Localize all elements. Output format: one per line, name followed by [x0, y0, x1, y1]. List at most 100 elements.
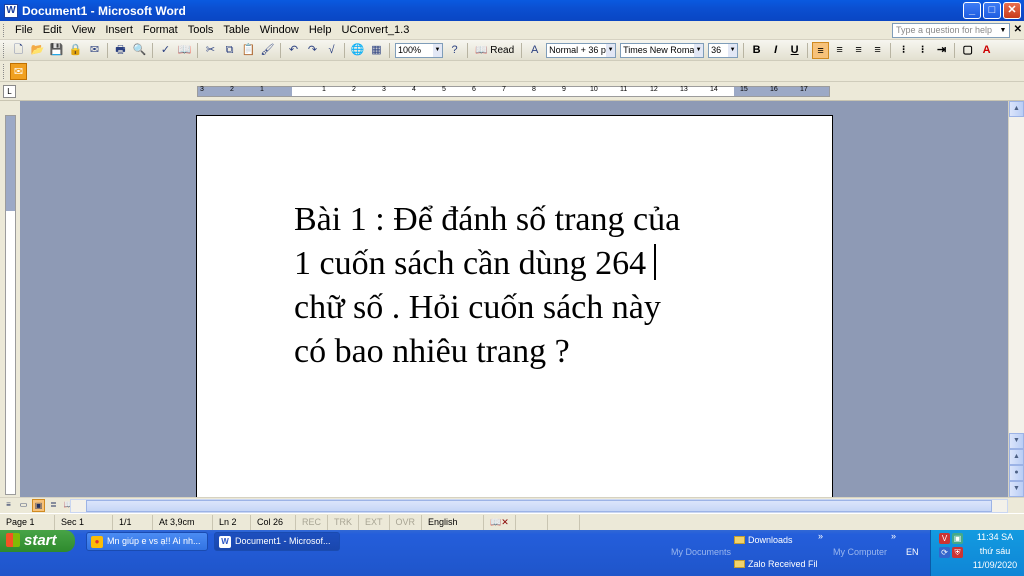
chevron-down-icon[interactable]: ▼ — [998, 24, 1008, 37]
chevron-right-icon[interactable]: » — [818, 531, 823, 541]
style-select[interactable]: Normal + 36 pt ▼ — [546, 42, 617, 58]
table-icon[interactable]: ▦ — [368, 42, 385, 59]
outline-view-icon[interactable]: ≣ — [47, 499, 60, 512]
help-icon[interactable]: ? — [446, 42, 463, 59]
spelling-status-icon[interactable]: 📖✕ — [484, 514, 517, 530]
menu-help[interactable]: Help — [304, 22, 337, 39]
styles-icon[interactable]: A — [526, 42, 543, 59]
menu-tools[interactable]: Tools — [183, 22, 219, 39]
web-view-icon[interactable]: ▭ — [17, 499, 30, 512]
horizontal-ruler[interactable]: 3 2 1 1 2 3 4 5 6 7 8 9 10 11 12 13 14 1… — [197, 86, 830, 97]
menu-format[interactable]: Format — [138, 22, 183, 39]
hyperlink-icon[interactable]: 🌐 — [349, 42, 366, 59]
status-language[interactable]: English (U.S — [422, 514, 485, 542]
close-button[interactable]: ✕ — [1003, 2, 1021, 19]
font-select[interactable]: Times New Roman ▼ — [620, 42, 705, 58]
previous-page-icon[interactable]: ▲ — [1009, 449, 1024, 465]
align-center-icon[interactable]: ≡ — [831, 42, 848, 59]
security-shield-icon[interactable]: ⛨ — [952, 547, 963, 558]
select-browse-object-icon[interactable]: ● — [1009, 465, 1024, 481]
menu-edit[interactable]: Edit — [38, 22, 67, 39]
taskbar-item-chrome[interactable]: ● Mn giúp e vs ạ!! Ai nh... — [86, 532, 208, 551]
print-layout-icon[interactable]: ▣ — [32, 499, 45, 512]
language-indicator[interactable]: EN — [906, 547, 919, 557]
open-folder-icon[interactable]: 📂 — [29, 42, 46, 59]
menu-uconvert[interactable]: UConvert_1.3 — [336, 22, 414, 39]
font-size-select[interactable]: 36 ▼ — [708, 42, 739, 58]
copy-icon[interactable]: ⧉ — [221, 42, 238, 59]
menu-file[interactable]: File — [10, 22, 38, 39]
status-trk[interactable]: TRK — [328, 514, 360, 530]
scroll-down-icon[interactable]: ▼ — [1009, 433, 1024, 449]
normal-view-icon[interactable]: ≡ — [2, 499, 15, 512]
document-body[interactable]: Bài 1 : Để đánh số trang của 1 cuốn sách… — [294, 198, 754, 374]
print-preview-icon[interactable]: 🔍 — [131, 42, 148, 59]
maximize-button[interactable]: □ — [983, 2, 1001, 19]
help-search-input[interactable]: Type a question for help ▼ — [892, 23, 1010, 38]
status-ovr[interactable]: OVR — [390, 514, 423, 530]
print-icon[interactable]: 🖶 — [112, 42, 129, 59]
border-icon[interactable]: ▢ — [959, 42, 976, 59]
document-page[interactable]: Bài 1 : Để đánh số trang của 1 cuốn sách… — [196, 115, 833, 497]
read-button[interactable]: 📖 Read — [471, 45, 518, 56]
network-icon[interactable]: ▣ — [952, 533, 963, 544]
menu-insert[interactable]: Insert — [100, 22, 138, 39]
chevron-right-icon[interactable]: » — [891, 531, 896, 541]
underline-button[interactable]: U — [786, 42, 803, 59]
format-painter-icon[interactable]: 🖌 — [259, 42, 276, 59]
status-ext[interactable]: EXT — [359, 514, 390, 530]
cut-icon[interactable]: ✂ — [202, 42, 219, 59]
font-color-icon[interactable]: A — [978, 42, 995, 59]
menu-window[interactable]: Window — [255, 22, 304, 39]
scroll-track[interactable] — [1009, 117, 1024, 443]
document-close-icon[interactable]: ✕ — [1014, 24, 1022, 35]
chevron-down-icon[interactable]: ▼ — [728, 43, 738, 57]
justify-icon[interactable]: ≡ — [869, 42, 886, 59]
save-icon[interactable]: 💾 — [48, 42, 65, 59]
italic-button[interactable]: I — [767, 42, 784, 59]
antivirus-icon[interactable]: V — [939, 533, 950, 544]
horizontal-scrollbar[interactable] — [70, 499, 1008, 513]
numbering-icon[interactable]: ⁝ — [895, 42, 912, 59]
align-right-icon[interactable]: ≡ — [850, 42, 867, 59]
bold-button[interactable]: B — [748, 42, 765, 59]
indent-icon[interactable]: ⇥ — [933, 42, 950, 59]
my-computer-label[interactable]: My Computer — [833, 547, 887, 557]
align-left-icon[interactable]: ≡ — [812, 41, 830, 59]
menu-grip[interactable] — [3, 23, 6, 37]
clock-time[interactable]: 11:34 SA — [971, 532, 1019, 542]
next-page-icon[interactable]: ▼ — [1009, 481, 1024, 497]
permission-icon[interactable]: 🔒 — [67, 42, 84, 59]
paste-icon[interactable]: 📋 — [240, 42, 257, 59]
tab-selector-icon[interactable]: L — [3, 85, 16, 98]
addin-icon[interactable]: ✉ — [10, 62, 27, 80]
taskbar-item-word[interactable]: W Document1 - Microsof... — [214, 532, 340, 551]
email-icon[interactable]: ✉ — [86, 42, 103, 59]
zoom-select[interactable]: 100% ▼ — [395, 42, 443, 58]
bullets-icon[interactable]: ⁝ — [914, 42, 931, 59]
spelling-icon[interactable]: ✓ — [157, 42, 174, 59]
undo-icon[interactable]: ↶ — [285, 42, 302, 59]
chevron-down-icon[interactable]: ▼ — [606, 43, 616, 57]
toolbar-grip[interactable] — [3, 63, 6, 79]
equation-icon[interactable]: √ — [323, 42, 340, 59]
toolbar-grip[interactable] — [3, 42, 6, 58]
zalo-folder[interactable]: Zalo Received Fil — [734, 559, 818, 569]
menu-view[interactable]: View — [67, 22, 101, 39]
status-rec[interactable]: REC — [296, 514, 329, 530]
research-icon[interactable]: 📖 — [176, 42, 193, 59]
horizontal-scroll-thumb[interactable] — [86, 500, 992, 512]
menu-table[interactable]: Table — [218, 22, 254, 39]
chevron-down-icon[interactable]: ▼ — [433, 43, 442, 57]
minimize-button[interactable]: _ — [963, 2, 981, 19]
word-app-icon[interactable]: W — [4, 3, 18, 18]
new-document-icon[interactable]: 🗋 — [10, 42, 27, 59]
connection-icon[interactable]: ⟳ — [939, 547, 950, 558]
downloads-folder[interactable]: Downloads — [734, 535, 793, 545]
redo-icon[interactable]: ↷ — [304, 42, 321, 59]
my-documents-label[interactable]: My Documents — [671, 547, 731, 557]
vertical-ruler[interactable] — [5, 115, 16, 495]
start-button[interactable]: start — [0, 530, 75, 552]
chevron-down-icon[interactable]: ▼ — [694, 43, 704, 57]
vertical-scrollbar[interactable]: ▲ ▼ ▲ ● ▼ — [1008, 101, 1024, 497]
